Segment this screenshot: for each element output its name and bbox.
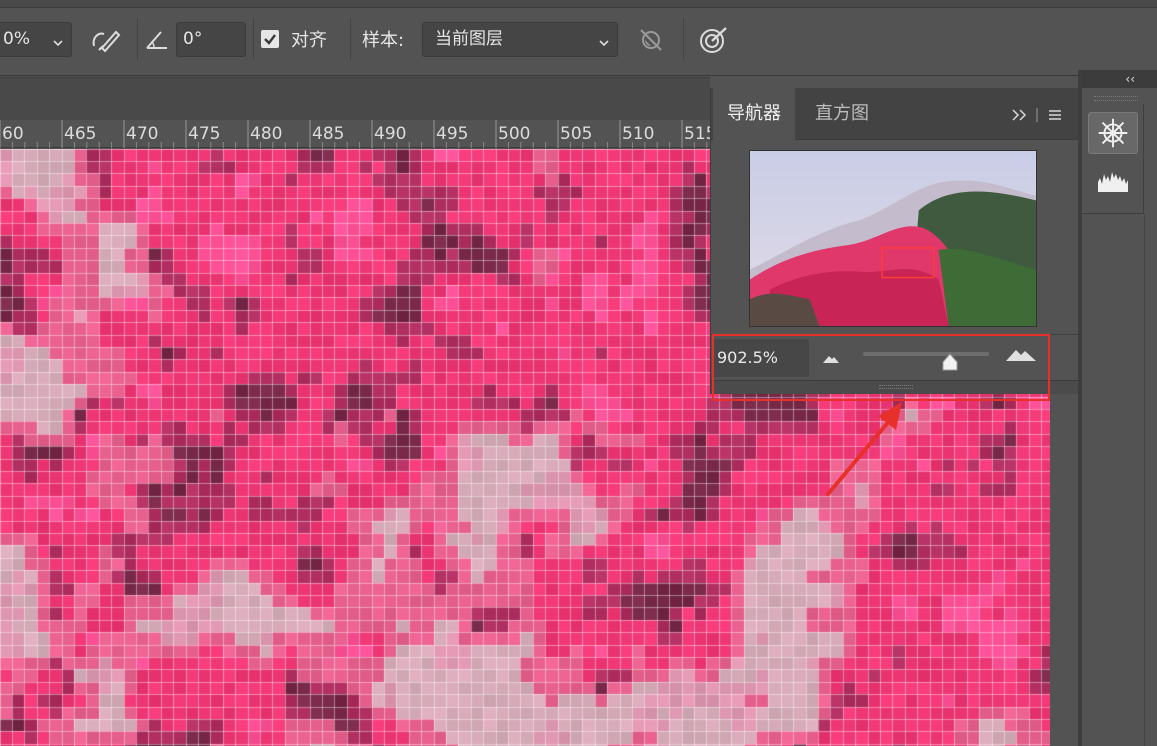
chevron-down-icon[interactable] xyxy=(52,34,64,47)
separator xyxy=(253,18,254,60)
panel-tab-bar: 导航器 直方图 xyxy=(711,88,1079,140)
panel-dock: ‹‹ xyxy=(1082,70,1157,746)
document-tab-strip xyxy=(0,77,710,120)
ruler-label: 500 xyxy=(498,124,530,144)
opacity-value: 0% xyxy=(3,29,30,49)
ruler-label: 475 xyxy=(188,124,220,144)
tab-histogram[interactable]: 直方图 xyxy=(801,88,883,140)
ruler-label: 490 xyxy=(374,124,406,144)
navigator-thumbnail[interactable] xyxy=(749,150,1037,327)
ruler-label: 510 xyxy=(622,124,654,144)
ruler-label: 465 xyxy=(64,124,96,144)
angle-field[interactable]: 0° xyxy=(176,22,246,57)
expand-icon xyxy=(1012,109,1027,121)
align-checkbox[interactable] xyxy=(260,29,280,49)
dock-grip[interactable] xyxy=(1094,96,1138,101)
dock-separator xyxy=(1144,214,1145,746)
options-bar: 0% 0° 对齐 样本: 当前图层 xyxy=(0,0,1157,76)
tab-histogram-label: 直方图 xyxy=(815,103,869,124)
sample-value: 当前图层 xyxy=(435,29,503,49)
airbrush-pressure-icon[interactable] xyxy=(88,24,122,56)
ruler-label: 495 xyxy=(436,124,468,144)
dock-navigator-button[interactable] xyxy=(1088,112,1138,154)
align-label: 对齐 xyxy=(291,30,327,51)
separator xyxy=(350,18,351,60)
navigator-icon xyxy=(1098,118,1128,148)
pressure-size-icon[interactable] xyxy=(696,24,730,56)
angle-value: 0° xyxy=(183,29,203,49)
annotation-highlight-box xyxy=(712,334,1050,401)
sample-select[interactable]: 当前图层 xyxy=(422,22,618,57)
sample-label: 样本: xyxy=(362,30,405,51)
ruler-label: 515 xyxy=(684,124,710,144)
options-bar-topline xyxy=(0,0,1157,8)
ruler-ticks: 60 465 470 475 480 485 490 495 500 505 510 515 xyxy=(0,120,710,148)
tab-navigator[interactable]: 导航器 xyxy=(713,88,795,140)
separator xyxy=(683,18,684,60)
panel-menu-icon xyxy=(1049,110,1061,120)
separator xyxy=(137,18,138,60)
ruler-label: 505 xyxy=(560,124,592,144)
angle-icon xyxy=(142,24,172,56)
ignore-adjustment-layers-icon[interactable] xyxy=(634,24,668,56)
ruler-label: 60 xyxy=(2,124,24,144)
dock-header: ‹‹ xyxy=(1082,70,1157,88)
ruler-label: 470 xyxy=(126,124,158,144)
ruler-label: 480 xyxy=(250,124,282,144)
dock-icon-column xyxy=(1082,104,1144,214)
horizontal-ruler: 60 465 470 475 480 485 490 495 500 505 510 515 xyxy=(0,120,710,148)
annotation-arrow xyxy=(826,402,902,496)
collapse-panels-button[interactable]: ‹‹ xyxy=(1125,72,1135,86)
dock-histogram-button[interactable] xyxy=(1088,160,1138,202)
histogram-icon xyxy=(1098,172,1128,192)
chevron-down-icon[interactable] xyxy=(598,34,610,47)
panel-menu-controls[interactable] xyxy=(1011,104,1071,126)
ruler-label: 485 xyxy=(312,124,344,144)
tab-navigator-label: 导航器 xyxy=(727,103,781,124)
